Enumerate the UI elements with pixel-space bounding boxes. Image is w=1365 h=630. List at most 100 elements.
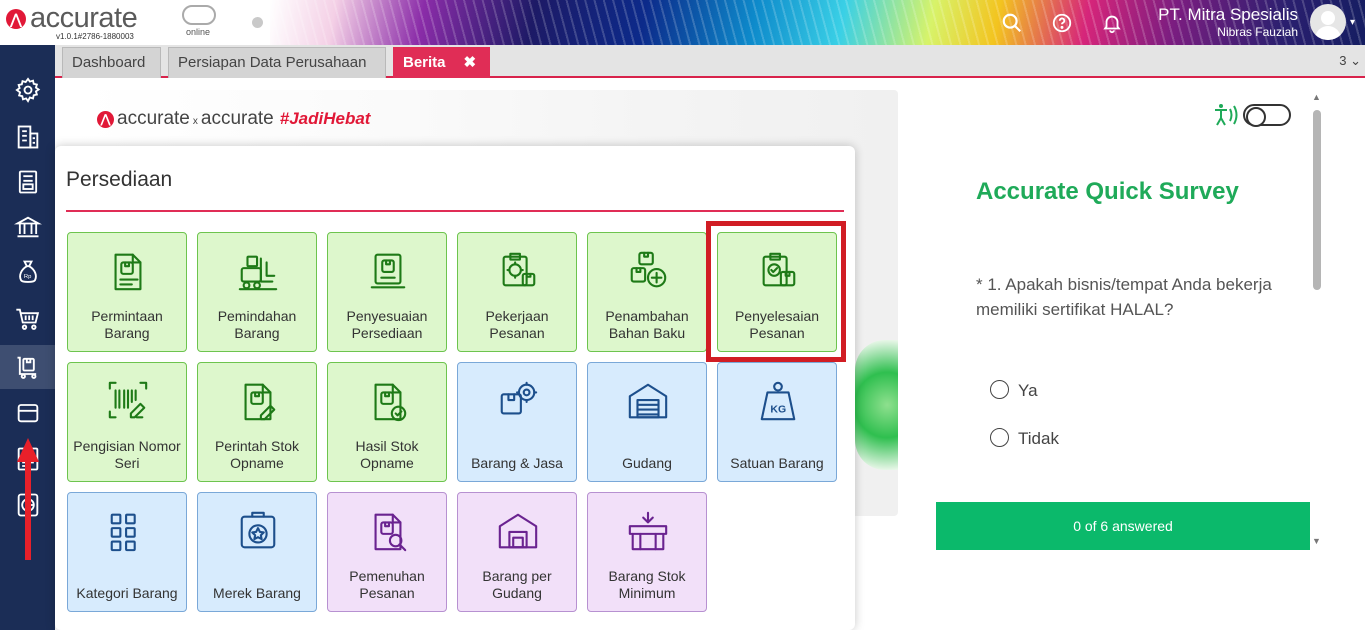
logo-sub: online bbox=[186, 27, 211, 37]
menu-tile-merek-barang[interactable]: Merek Barang bbox=[197, 492, 317, 612]
search-icon[interactable] bbox=[1001, 12, 1023, 34]
sidebar-item-inventory[interactable] bbox=[0, 345, 55, 389]
tab-berita[interactable]: Berita ✖ bbox=[393, 47, 490, 78]
tile-label: Barang Stok Minimum bbox=[608, 568, 686, 601]
minimum-stock-icon bbox=[628, 511, 668, 551]
tile-label: Barang per Gudang bbox=[482, 568, 552, 601]
banner-brand-x: x bbox=[192, 116, 198, 127]
tab-bar: Dashboard Persiapan Data Perusahaan Beri… bbox=[55, 45, 1365, 78]
tile-label: Pemenuhan Pesanan bbox=[349, 568, 425, 601]
accessibility-icon bbox=[1215, 104, 1238, 126]
logo-mark-icon: ⋀ bbox=[6, 9, 26, 29]
menu-tile-pekerjaan-pesanan[interactable]: Pekerjaan Pesanan bbox=[457, 232, 577, 352]
company-name: PT. Mitra Spesialis bbox=[1158, 5, 1298, 24]
tile-label: Gudang bbox=[622, 455, 672, 471]
notification-bell-icon[interactable] bbox=[1101, 12, 1123, 34]
sidebar-item-purchase[interactable] bbox=[0, 297, 55, 341]
sidebar-item-ledger[interactable] bbox=[0, 160, 55, 204]
radio-button[interactable] bbox=[990, 428, 1009, 447]
close-icon[interactable]: ✖ bbox=[464, 54, 477, 71]
tile-label: Pengisian Nomor Seri bbox=[73, 438, 181, 471]
scroll-down-icon[interactable]: ▼ bbox=[1312, 536, 1321, 546]
top-bar: ⋀ accurate online v1.0.1#2786-1880003 PT… bbox=[0, 0, 1365, 45]
tab-dashboard[interactable]: Dashboard bbox=[62, 47, 161, 78]
panel-title: Persediaan bbox=[66, 168, 173, 191]
sidebar-item-bank[interactable] bbox=[0, 205, 55, 249]
banner-brand-left: accurate bbox=[117, 108, 190, 129]
tile-label: Hasil Stok Opname bbox=[355, 438, 419, 471]
svg-text:KG: KG bbox=[770, 403, 786, 415]
divider bbox=[66, 210, 844, 212]
menu-tile-kategori-barang[interactable]: Kategori Barang bbox=[67, 492, 187, 612]
request-item-icon bbox=[114, 253, 142, 291]
sidebar-item-manufacture[interactable] bbox=[0, 390, 55, 434]
weight-kg-icon: KG bbox=[760, 381, 796, 421]
logo-mark-icon: ⋀ bbox=[97, 111, 114, 128]
tile-label: Pekerjaan Pesanan bbox=[485, 308, 549, 341]
adjust-stock-icon bbox=[370, 253, 406, 289]
box-icon bbox=[17, 404, 38, 423]
money-bag-icon: Rp bbox=[18, 260, 37, 283]
accessibility-toggle[interactable] bbox=[1243, 104, 1291, 127]
scrollbar[interactable]: ▲ ▼ bbox=[1310, 90, 1324, 550]
chevron-down-icon[interactable]: ▾ bbox=[1350, 17, 1355, 28]
company-info[interactable]: PT. Mitra Spesialis Nibras Fauziah bbox=[1140, 5, 1298, 39]
category-icon bbox=[110, 513, 136, 552]
avatar[interactable] bbox=[1310, 4, 1346, 40]
tab-count-dropdown[interactable]: 3 ⌄ bbox=[1339, 53, 1361, 69]
items-per-warehouse-icon bbox=[498, 513, 538, 549]
menu-tile-barang-stok-minimum[interactable]: Barang Stok Minimum bbox=[587, 492, 707, 612]
tab-label: Berita bbox=[403, 54, 446, 71]
menu-tile-pemindahan-barang[interactable]: Pemindahan Barang bbox=[197, 232, 317, 352]
menu-tile-penyesuaian-persediaan[interactable]: Penyesuaian Persediaan bbox=[327, 232, 447, 352]
brand-badge-icon bbox=[240, 511, 276, 549]
user-name: Nibras Fauziah bbox=[1217, 25, 1298, 39]
svg-text:Rp: Rp bbox=[23, 274, 30, 280]
survey-option-ya[interactable]: Ya bbox=[990, 380, 1038, 401]
sidebar-item-settings[interactable] bbox=[0, 68, 55, 112]
scroll-up-icon[interactable]: ▲ bbox=[1312, 92, 1321, 102]
tile-label: Merek Barang bbox=[213, 585, 301, 601]
menu-tile-gudang[interactable]: Gudang bbox=[587, 362, 707, 482]
item-service-icon bbox=[500, 381, 538, 415]
menu-tile-pengisian-nomor-seri[interactable]: Pengisian Nomor Seri bbox=[67, 362, 187, 482]
status-dot bbox=[252, 17, 263, 28]
stock-opname-result-icon bbox=[374, 383, 407, 422]
inventory-menu-panel: Persediaan Permintaan Barang Pemindahan B… bbox=[55, 146, 855, 630]
decorative-shape bbox=[855, 340, 901, 470]
warehouse-icon bbox=[628, 383, 668, 419]
tile-label: Kategori Barang bbox=[76, 585, 178, 601]
tile-label: Perintah Stok Opname bbox=[214, 438, 300, 471]
tile-label: Barang & Jasa bbox=[471, 455, 563, 471]
menu-tile-hasil-stok-opname[interactable]: Hasil Stok Opname bbox=[327, 362, 447, 482]
help-icon[interactable] bbox=[1051, 12, 1073, 34]
menu-tile-perintah-stok-opname[interactable]: Perintah Stok Opname bbox=[197, 362, 317, 482]
menu-tile-penambahan-bahan-baku[interactable]: Penambahan Bahan Baku bbox=[587, 232, 707, 352]
menu-tile-pemenuhan-pesanan[interactable]: Pemenuhan Pesanan bbox=[327, 492, 447, 612]
logo-text: accurate bbox=[30, 2, 138, 34]
stock-opname-order-icon bbox=[244, 383, 276, 421]
inventory-cart-icon bbox=[17, 356, 36, 379]
menu-tile-barang-per-gudang[interactable]: Barang per Gudang bbox=[457, 492, 577, 612]
tab-label: Persiapan Data Perusahaan bbox=[178, 54, 367, 71]
version-label: v1.0.1#2786-1880003 bbox=[56, 32, 134, 41]
work-order-icon bbox=[502, 252, 536, 287]
menu-tile-barang-jasa[interactable]: Barang & Jasa bbox=[457, 362, 577, 482]
banner-brand: ⋀ accurate x accurate #JadiHebat bbox=[97, 108, 370, 130]
scrollbar-thumb[interactable] bbox=[1313, 110, 1321, 290]
survey-option-tidak[interactable]: Tidak bbox=[990, 428, 1059, 449]
menu-tile-satuan-barang[interactable]: KG Satuan Barang bbox=[717, 362, 837, 482]
chevron-down-icon: ⌄ bbox=[1350, 53, 1361, 68]
barcode-icon bbox=[108, 381, 148, 419]
tab-persiapan-data[interactable]: Persiapan Data Perusahaan bbox=[168, 47, 386, 78]
banner-tag: #JadiHebat bbox=[279, 109, 371, 128]
radio-button[interactable] bbox=[990, 380, 1009, 399]
sidebar-item-company[interactable] bbox=[0, 115, 55, 159]
pointer-arrow-icon bbox=[17, 438, 39, 560]
sidebar-item-sales[interactable]: Rp bbox=[0, 250, 55, 294]
tab-label: Dashboard bbox=[72, 54, 146, 71]
option-label: Ya bbox=[1018, 381, 1038, 400]
app-logo[interactable]: ⋀ accurate online v1.0.1#2786-1880003 bbox=[6, 2, 263, 43]
survey-question: * 1. Apakah bisnis/tempat Anda bekerja m… bbox=[976, 275, 1272, 319]
menu-tile-permintaan-barang[interactable]: Permintaan Barang bbox=[67, 232, 187, 352]
